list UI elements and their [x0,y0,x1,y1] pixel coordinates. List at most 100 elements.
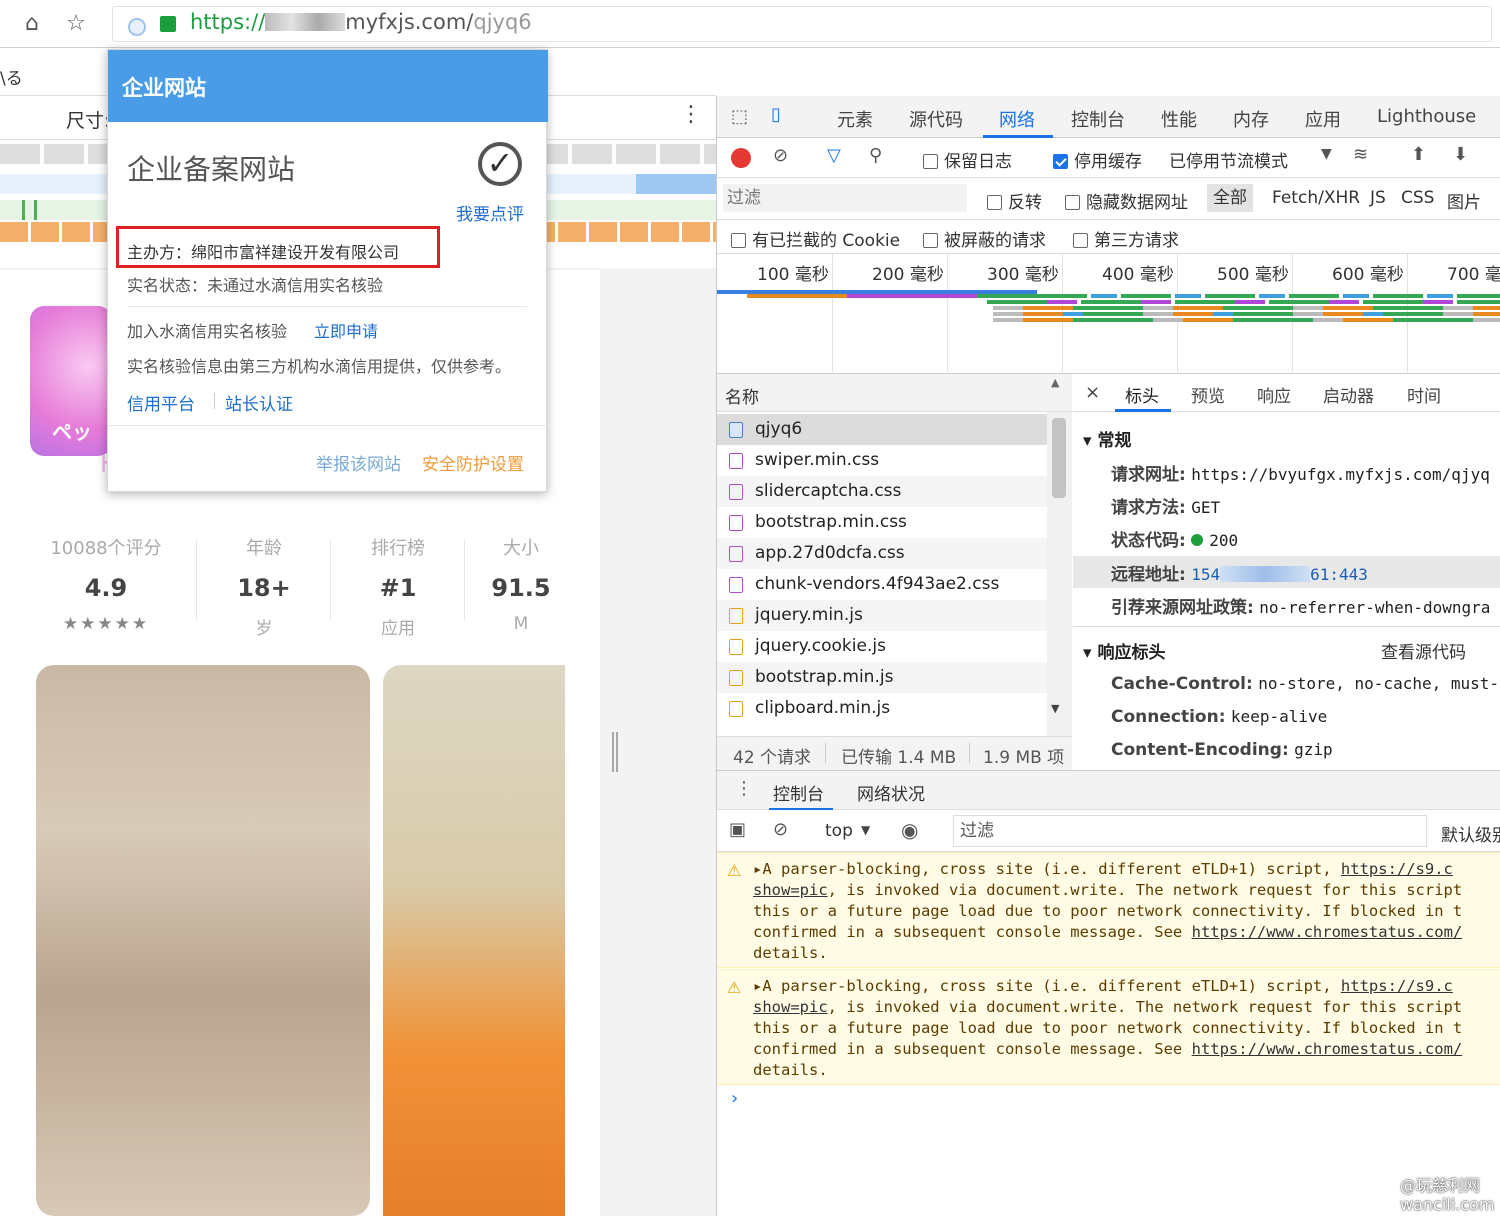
import-har-icon[interactable]: ⬆ [1411,144,1426,165]
clear-icon[interactable]: ⊘ [773,145,788,166]
site-info-icon[interactable] [128,18,146,36]
response-headers-toggle[interactable]: ▾ 响应标头 [1083,638,1165,663]
type-js[interactable]: JS [1370,188,1386,208]
chromestatus-link[interactable]: https://www.chromestatus.com/ [1192,923,1463,941]
tab-preview[interactable]: 预览 [1191,382,1225,407]
drawer-tab-network-conditions[interactable]: 网络状况 [857,780,925,805]
chevron-down-icon[interactable]: ▼ [1321,146,1332,162]
drawer-menu-icon[interactable]: ⋮ [735,778,753,799]
context-select[interactable]: top [825,821,853,841]
type-all[interactable]: 全部 [1207,184,1253,212]
chromestatus-link[interactable]: https://www.chromestatus.com/ [1192,1040,1463,1058]
bookmark-star-icon[interactable]: ☆ [60,8,92,40]
type-img[interactable]: 图片 [1447,188,1481,213]
stat-rank: 排行榜 #1 应用 [338,534,458,639]
sidebar-toggle-icon[interactable]: ▣ [729,819,746,840]
safety-settings-link[interactable]: 安全防护设置 [422,450,524,475]
request-row[interactable]: bootstrap.min.css [717,507,1047,538]
tab-memory[interactable]: 内存 [1233,106,1269,132]
throttle-select[interactable]: 已停用节流模式 [1169,147,1288,172]
review-link[interactable]: 我要点评 [456,200,524,225]
warning-message: ▸A parser-blocking, cross site (i.e. dif… [753,859,1500,964]
resize-handle[interactable] [612,732,618,772]
type-css[interactable]: CSS [1401,188,1434,208]
scroll-up-icon[interactable]: ▲ [1051,376,1059,389]
tab-performance[interactable]: 性能 [1161,106,1197,132]
request-row[interactable]: jquery.cookie.js [717,631,1047,662]
hide-data-urls-checkbox[interactable]: 隐藏数据网址 [1065,188,1188,213]
tab-network[interactable]: 网络 [999,106,1035,132]
tab-lighthouse[interactable]: Lighthouse [1377,106,1476,127]
request-row[interactable]: slidercaptcha.css [717,476,1047,507]
more-icon[interactable]: ⋮ [680,102,702,127]
drawer-tab-console[interactable]: 控制台 [773,780,824,805]
tab-application[interactable]: 应用 [1305,106,1341,132]
scrollbar-thumb[interactable] [1052,418,1066,498]
script-link-cont[interactable]: show=pic [753,998,828,1016]
chevron-down-icon[interactable]: ▼ [861,823,870,837]
request-row[interactable]: jquery.min.js [717,600,1047,631]
eye-icon[interactable]: ◉ [901,818,918,842]
script-link[interactable]: https://s9.c [1341,977,1453,995]
tab-console[interactable]: 控制台 [1071,106,1125,132]
active-tab-indicator [1115,409,1171,412]
script-link-cont[interactable]: show=pic [753,881,828,899]
webmaster-cert-link[interactable]: 站长认证 [225,390,293,415]
disable-cache-checkbox[interactable]: 停用缓存 [1053,147,1142,172]
request-row[interactable]: bootstrap.min.js [717,662,1047,693]
size-label: 尺寸: [66,110,111,132]
close-icon[interactable]: × [1085,382,1100,403]
record-icon[interactable] [731,148,751,168]
blocked-cookies-checkbox[interactable]: 有已拦截的 Cookie [731,226,900,251]
network-timeline-overview[interactable]: 100 毫秒 200 毫秒 300 毫秒 400 毫秒 500 毫秒 600 毫… [717,254,1500,374]
filter-input[interactable] [723,184,967,212]
request-row[interactable]: swiper.min.css [717,445,1047,476]
stat-unit: M [513,614,529,634]
stylesheet-icon [729,546,743,562]
apply-link[interactable]: 立即申请 [314,318,378,342]
tab-sources[interactable]: 源代码 [909,106,963,132]
credit-platform-link[interactable]: 信用平台 [127,390,195,415]
verified-check-icon: ✓ [478,142,522,186]
clear-console-icon[interactable]: ⊘ [773,819,788,840]
report-site-link[interactable]: 举报该网站 [316,450,401,475]
view-source-link[interactable]: 查看源代码 [1381,638,1466,663]
network-conditions-icon[interactable]: ≋ [1353,144,1368,165]
home-icon[interactable]: ⌂ [16,8,48,40]
request-name: slidercaptcha.css [755,481,902,501]
tab-headers[interactable]: 标头 [1125,382,1159,407]
console-filter-input[interactable]: 过滤 [953,815,1427,847]
lock-icon[interactable] [160,16,176,32]
request-row[interactable]: app.27d0dcfa.css [717,538,1047,569]
general-section-toggle[interactable]: ▾ 常规 [1083,426,1131,451]
type-fetch-xhr[interactable]: Fetch/XHR [1272,188,1360,208]
tab-timing[interactable]: 时间 [1407,382,1441,407]
url-text[interactable]: https:// myfxjs.com/qjyq6 [190,10,532,34]
tab-initiator[interactable]: 启动器 [1323,382,1374,407]
log-level-select[interactable]: 默认级别 [1441,821,1500,846]
request-row[interactable]: clipboard.min.js [717,693,1047,723]
third-party-checkbox[interactable]: 第三方请求 [1073,226,1179,251]
preserve-log-checkbox[interactable]: 保留日志 [923,147,1012,172]
inspect-element-icon[interactable]: ⬚ [731,106,748,127]
request-row-qjyq6[interactable]: qjyq6 [717,414,1047,445]
header-key: 请求方法: [1111,498,1186,518]
scroll-down-icon[interactable]: ▼ [1051,702,1059,715]
divider [196,540,197,620]
invert-checkbox[interactable]: 反转 [987,188,1042,213]
filter-icon[interactable]: ▽ [827,145,841,166]
screenshot-image-1[interactable] [36,665,370,1216]
stylesheet-icon [729,515,743,531]
search-icon[interactable]: ⚲ [869,145,882,166]
script-link[interactable]: https://s9.c [1341,860,1453,878]
name-column-header[interactable]: 名称 [725,383,759,408]
export-har-icon[interactable]: ⬇ [1453,144,1468,165]
tab-response[interactable]: 响应 [1257,382,1291,407]
request-row[interactable]: chunk-vendors.4f943ae2.css [717,569,1047,600]
device-toggle-icon[interactable]: ▯ [771,104,781,125]
screenshot-image-2[interactable] [383,665,565,1216]
console-prompt[interactable]: › [731,1088,738,1109]
tab-elements[interactable]: 元素 [837,106,873,132]
blocked-requests-checkbox[interactable]: 被屏蔽的请求 [923,226,1046,251]
url-domain: myfxjs.com/ [345,10,474,34]
